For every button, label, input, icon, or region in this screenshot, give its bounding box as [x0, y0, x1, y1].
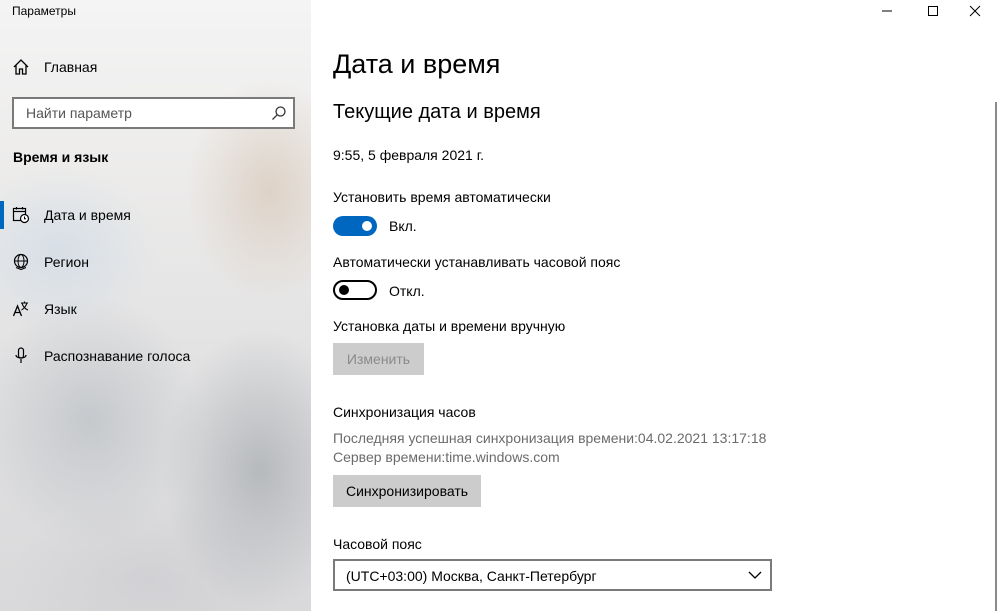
timezone-select[interactable]: (UTC+03:00) Москва, Санкт-Петербург: [333, 559, 772, 591]
search-icon[interactable]: [271, 105, 287, 121]
auto-timezone-label: Автоматически устанавливать часовой пояс: [333, 254, 621, 270]
sidebar-item-label: Регион: [44, 254, 89, 270]
toggle-knob: [362, 221, 372, 231]
maximize-icon: [928, 6, 938, 16]
current-datetime: 9:55, 5 февраля 2021 г.: [333, 147, 484, 163]
home-icon: [13, 59, 29, 75]
scrollbar[interactable]: [995, 102, 997, 611]
sidebar-item-speech[interactable]: Распознавание голоса: [0, 336, 311, 376]
auto-time-state: Вкл.: [389, 218, 417, 234]
auto-timezone-state: Откл.: [389, 283, 425, 299]
chevron-down-icon: [748, 571, 762, 579]
section-heading: Текущие дата и время: [333, 101, 541, 123]
minimize-icon: [882, 10, 892, 12]
globe-icon: [13, 253, 29, 271]
sidebar-item-region[interactable]: Регион: [0, 242, 311, 282]
active-indicator: [0, 201, 4, 229]
page-title: Дата и время: [333, 49, 501, 79]
search-box[interactable]: [12, 97, 295, 129]
timezone-value: (UTC+03:00) Москва, Санкт-Петербург: [346, 568, 597, 584]
home-label: Главная: [44, 59, 98, 75]
sync-button[interactable]: Синхронизировать: [333, 475, 481, 507]
close-icon: [969, 5, 981, 17]
last-sync-text: Последняя успешная синхронизация времени…: [333, 430, 767, 446]
close-button[interactable]: [952, 0, 998, 22]
calendar-clock-icon: [12, 207, 30, 224]
auto-time-label: Установить время автоматически: [333, 189, 551, 205]
manual-setting-label: Установка даты и времени вручную: [333, 318, 566, 334]
change-button[interactable]: Изменить: [333, 343, 424, 375]
section-title: Время и язык: [13, 149, 109, 165]
minimize-button[interactable]: [864, 0, 910, 22]
auto-timezone-toggle[interactable]: [333, 280, 377, 300]
timezone-label: Часовой пояс: [333, 536, 422, 552]
time-server-text: Сервер времени:time.windows.com: [333, 449, 560, 465]
search-input[interactable]: [14, 99, 293, 127]
language-icon: [12, 301, 29, 317]
microphone-icon: [15, 347, 27, 363]
sidebar-item-label: Дата и время: [44, 207, 131, 223]
toggle-knob: [339, 285, 349, 295]
sidebar-item-label: Распознавание голоса: [44, 348, 191, 364]
sync-title: Синхронизация часов: [333, 404, 476, 420]
sidebar-home[interactable]: Главная: [0, 52, 311, 82]
sidebar-item-language[interactable]: Язык: [0, 289, 311, 329]
auto-time-toggle[interactable]: [333, 216, 377, 236]
maximize-button[interactable]: [910, 0, 956, 22]
sidebar: Параметры Главная Время и язык Дата и вр…: [0, 0, 311, 611]
sidebar-item-date-time[interactable]: Дата и время: [0, 195, 311, 235]
app-title: Параметры: [12, 4, 76, 18]
sidebar-item-label: Язык: [44, 301, 77, 317]
main-content: Дата и время Текущие дата и время 9:55, …: [311, 0, 998, 611]
